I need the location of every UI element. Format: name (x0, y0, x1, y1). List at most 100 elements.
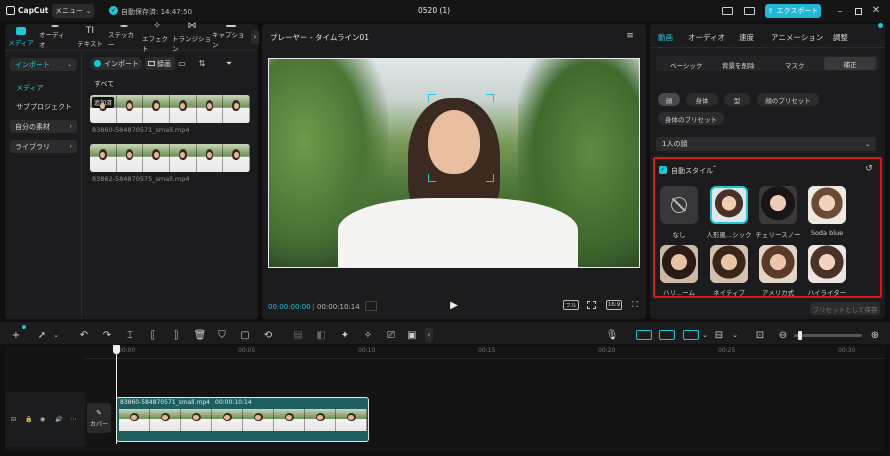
import-button[interactable]: インポート (90, 57, 142, 70)
chip-face[interactable]: 顔 (658, 93, 680, 106)
tab-effect[interactable]: ✧ エフェクト (142, 21, 172, 53)
media-clip-1[interactable]: 追加済 (90, 95, 250, 123)
tab-animation[interactable]: アニメーション (771, 32, 823, 43)
style-none[interactable] (660, 186, 698, 224)
layout-icon[interactable] (720, 5, 734, 17)
play-icon[interactable]: ▶ (448, 299, 460, 311)
redo-icon[interactable]: ↷ (101, 329, 113, 341)
auto-style-checkbox[interactable]: ✓ (659, 166, 667, 174)
style-hollywood[interactable] (660, 245, 698, 283)
zoom-in-icon[interactable]: ⊕ (869, 329, 881, 341)
zoom-slider-handle[interactable] (798, 331, 802, 340)
style-soda-blue[interactable] (808, 186, 846, 224)
toolbar-more-chevron-icon[interactable]: ‹ (425, 328, 433, 342)
chevron-down-icon[interactable]: ⌄ (729, 329, 741, 341)
chip-shape[interactable]: 型 (724, 93, 750, 106)
tab-text[interactable]: TI テキスト (75, 26, 105, 48)
cover-button[interactable]: ✎ カバー (87, 403, 111, 433)
style-doll-classic[interactable] (710, 186, 748, 224)
track-lock-icon[interactable]: ⊟ (11, 416, 16, 423)
sidebar-item-library[interactable]: ライブラリ › (10, 140, 77, 153)
timeline-clip[interactable]: 83860-584870571_small.mp4 00:00:10:14 (116, 397, 369, 442)
chevron-down-icon[interactable]: ⌄ (699, 329, 711, 341)
tab-transition[interactable]: ⋈ トランジション (172, 21, 212, 53)
save-preset-button[interactable]: プリセットとして保存 (810, 302, 880, 315)
fullscreen-icon[interactable]: ⛶ (630, 300, 640, 310)
magic-icon[interactable]: ✧ (362, 329, 374, 341)
tab-audio[interactable]: オーディオ (39, 25, 71, 49)
style-cherry-snow[interactable] (759, 186, 797, 224)
delete-icon[interactable]: 🗑 (194, 329, 207, 341)
style-american[interactable] (759, 245, 797, 283)
chip-body-preset[interactable]: 身体のプリセット (658, 112, 724, 125)
tabs-more-chevron-icon[interactable]: › (251, 30, 259, 44)
reset-icon[interactable]: ↺ (864, 164, 874, 174)
sort-icon[interactable]: ⇅ (195, 58, 209, 69)
full-quality-button[interactable]: フル (563, 300, 579, 310)
zoom-slider[interactable] (794, 331, 862, 340)
select-cursor-icon[interactable]: ➚ (36, 329, 48, 341)
tab-video[interactable]: 動画 (658, 32, 673, 43)
tab-sticker[interactable]: ステッカー (108, 25, 140, 49)
view-toggle-icon[interactable]: ▭ (177, 58, 187, 69)
subtab-basic[interactable]: ベーシック (670, 60, 702, 70)
split-right-icon[interactable]: ⟧ (170, 329, 182, 341)
filter-icon[interactable]: ⏷ (222, 58, 236, 69)
sidebar-item-import[interactable]: インポート ⌄ (10, 58, 77, 71)
lock-icon[interactable]: 🔒 (25, 416, 32, 423)
tab-adjust[interactable]: 調整 (833, 32, 848, 43)
subtab-remove-bg[interactable]: 背景を削除 (722, 60, 755, 70)
export-button[interactable]: ⇪ エクスポート (765, 4, 821, 18)
split-icon[interactable]: ⌶ (124, 329, 136, 341)
microphone-icon[interactable]: 🎙 (606, 329, 619, 341)
sidebar-item-media[interactable]: メディア (16, 83, 44, 93)
chevron-up-icon[interactable]: ⌃ (712, 165, 717, 172)
subtitle-icon[interactable]: ⎚ (385, 329, 397, 341)
magnet-icon[interactable] (659, 330, 675, 340)
tab-audio[interactable]: オーディオ (688, 32, 725, 43)
split-left-icon[interactable]: ⟦ (147, 329, 159, 341)
record-button[interactable]: 録画 (145, 57, 175, 70)
player-menu-icon[interactable]: ≡ (624, 30, 636, 42)
freeze-icon[interactable]: ▢ (239, 329, 251, 341)
crop-icon[interactable]: ⟲ (262, 329, 274, 341)
preview-axis-icon[interactable]: ⊟ (713, 329, 725, 341)
chip-body[interactable]: 身体 (686, 93, 718, 106)
ai-person-icon[interactable]: ✦ (339, 329, 351, 341)
style-highlighter[interactable] (808, 245, 846, 283)
sidebar-item-my-assets[interactable]: 自分の素材 › (10, 120, 77, 133)
media-clip-2[interactable] (90, 144, 250, 172)
reverse-icon[interactable]: ◧ (315, 329, 327, 341)
video-preview[interactable] (268, 58, 640, 268)
chip-face-preset[interactable]: 顔のプリセット (757, 93, 819, 106)
maximize-icon[interactable] (852, 5, 864, 17)
eye-icon[interactable]: ◉ (40, 416, 45, 423)
speaker-icon[interactable]: 🔊 (55, 416, 62, 423)
shortcut-icon[interactable] (742, 5, 756, 17)
camera-track-icon[interactable]: ▣ (406, 329, 418, 341)
add-track-icon[interactable]: + (10, 329, 22, 341)
aspect-ratio-button[interactable]: 16:9 (606, 300, 622, 310)
undo-icon[interactable]: ↶ (78, 329, 90, 341)
playhead-handle[interactable] (113, 345, 120, 354)
marker-icon[interactable]: ⛉ (216, 329, 228, 341)
sidebar-item-subproject[interactable]: サブプロジェクト (16, 102, 72, 112)
snap-icon[interactable] (683, 330, 699, 340)
link-main-track-icon[interactable] (636, 330, 652, 340)
subtab-retouch[interactable]: 補正 (824, 57, 876, 70)
tab-media[interactable]: メディア (7, 26, 35, 48)
fit-timeline-icon[interactable]: ⊡ (754, 329, 766, 341)
style-native[interactable] (710, 245, 748, 283)
menu-button[interactable]: メニュー ⌄ (52, 4, 94, 18)
tab-speed[interactable]: 速度 (739, 32, 754, 43)
subtab-mask[interactable]: マスク (785, 60, 805, 70)
more-icon[interactable]: ⋯ (70, 415, 77, 423)
zoom-out-icon[interactable]: ⊖ (777, 329, 789, 341)
chevron-down-icon[interactable]: ⌄ (50, 329, 62, 341)
minimize-icon[interactable]: – (834, 5, 846, 17)
face-select[interactable]: 1人の顔 ⌄ (656, 137, 876, 151)
caption-tool-icon[interactable]: ▤ (292, 329, 304, 341)
tab-caption[interactable]: キャプション (212, 25, 250, 49)
close-icon[interactable]: ✕ (870, 4, 882, 16)
crop-focus-icon[interactable] (586, 300, 597, 310)
